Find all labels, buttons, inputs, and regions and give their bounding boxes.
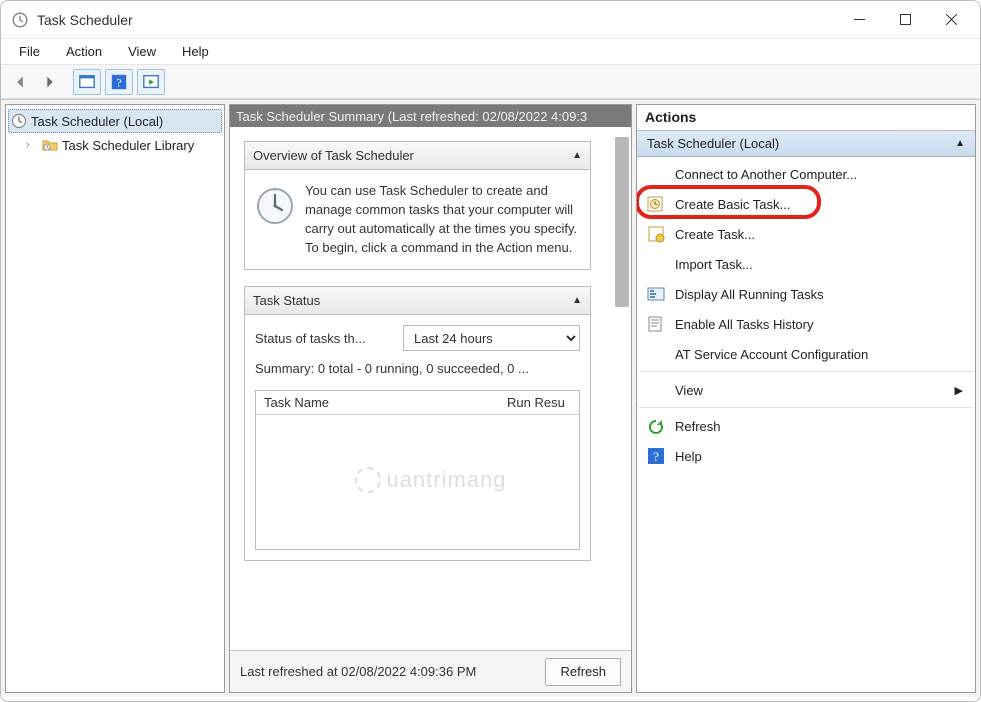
task-status-title: Task Status — [253, 293, 320, 308]
action-label: Import Task... — [675, 257, 753, 272]
task-table-col-name[interactable]: Task Name — [256, 391, 499, 414]
overview-group-header[interactable]: Overview of Task Scheduler ▲ — [245, 142, 590, 170]
window-title: Task Scheduler — [37, 12, 836, 28]
status-period-select[interactable]: Last 24 hours — [403, 325, 580, 351]
tree: Task Scheduler (Local) › Task Scheduler … — [6, 105, 224, 161]
task-status-header[interactable]: Task Status ▲ — [245, 287, 590, 315]
menu-file[interactable]: File — [9, 41, 50, 62]
help-icon: ? — [647, 447, 665, 465]
action-create-basic-task[interactable]: Create Basic Task... — [639, 189, 973, 219]
overview-group: Overview of Task Scheduler ▲ You can use… — [244, 141, 591, 270]
title-bar: Task Scheduler — [1, 1, 980, 39]
toolbar: ? — [1, 65, 980, 99]
running-tasks-icon — [647, 285, 665, 303]
tree-root[interactable]: Task Scheduler (Local) — [8, 109, 222, 133]
action-label: AT Service Account Configuration — [675, 347, 868, 362]
collapse-icon: ▲ — [955, 138, 965, 149]
summary-body: Overview of Task Scheduler ▲ You can use… — [230, 127, 631, 647]
action-help[interactable]: ? Help — [639, 441, 973, 471]
action-refresh[interactable]: Refresh — [639, 407, 973, 441]
close-button[interactable] — [928, 4, 974, 36]
action-label: Create Task... — [675, 227, 755, 242]
action-label: Display All Running Tasks — [675, 287, 824, 302]
task-status-group: Task Status ▲ Status of tasks th... Last… — [244, 286, 591, 561]
status-summary-line: Summary: 0 total - 0 running, 0 succeede… — [255, 361, 580, 376]
action-create-task[interactable]: Create Task... — [639, 219, 973, 249]
scrollbar[interactable] — [615, 137, 629, 307]
collapse-icon: ▲ — [572, 295, 582, 306]
action-label: Help — [675, 449, 702, 464]
action-view[interactable]: View ▶ — [639, 371, 973, 405]
actions-context-header[interactable]: Task Scheduler (Local) ▲ — [637, 131, 975, 157]
tree-root-label: Task Scheduler (Local) — [31, 114, 163, 129]
status-label: Status of tasks th... — [255, 331, 395, 346]
actions-panel: Actions Task Scheduler (Local) ▲ Connect… — [636, 104, 976, 693]
refresh-button[interactable]: Refresh — [545, 658, 621, 686]
window-controls — [836, 4, 974, 36]
submenu-arrow-icon: ▶ — [955, 384, 963, 397]
svg-text:?: ? — [653, 449, 659, 464]
blank-icon — [647, 382, 665, 400]
tree-library[interactable]: › Task Scheduler Library — [8, 133, 222, 157]
summary-footer: Last refreshed at 02/08/2022 4:09:36 PM … — [230, 650, 631, 692]
action-label: Enable All Tasks History — [675, 317, 814, 332]
clock-large-icon — [255, 186, 295, 226]
summary-header: Task Scheduler Summary (Last refreshed: … — [230, 105, 631, 127]
folder-icon — [42, 137, 58, 153]
action-display-running[interactable]: Display All Running Tasks — [639, 279, 973, 309]
action-at-config[interactable]: AT Service Account Configuration — [639, 339, 973, 369]
toolbar-console-button[interactable] — [73, 69, 101, 95]
menu-help[interactable]: Help — [172, 41, 219, 62]
task-table-col-run[interactable]: Run Resu — [499, 391, 579, 414]
toolbar-help-button[interactable]: ? — [105, 69, 133, 95]
tree-panel: Task Scheduler (Local) › Task Scheduler … — [5, 104, 225, 693]
nav-forward-button[interactable] — [37, 69, 63, 95]
actions-context-label: Task Scheduler (Local) — [647, 136, 779, 151]
action-label: View — [675, 383, 703, 398]
refresh-icon — [647, 418, 665, 436]
maximize-button[interactable] — [882, 4, 928, 36]
actions-title: Actions — [637, 105, 975, 131]
action-import-task[interactable]: Import Task... — [639, 249, 973, 279]
overview-text: You can use Task Scheduler to create and… — [305, 182, 580, 257]
blank-icon — [647, 165, 665, 183]
app-icon — [11, 11, 29, 29]
actions-list: Connect to Another Computer... Create Ba… — [637, 157, 975, 473]
tree-library-label: Task Scheduler Library — [62, 138, 194, 153]
blank-icon — [647, 255, 665, 273]
history-icon — [647, 315, 665, 333]
basic-task-icon — [647, 195, 665, 213]
nav-back-button[interactable] — [7, 69, 33, 95]
action-enable-history[interactable]: Enable All Tasks History — [639, 309, 973, 339]
toolbar-run-button[interactable] — [137, 69, 165, 95]
blank-icon — [647, 345, 665, 363]
action-label: Refresh — [675, 419, 721, 434]
task-table: Task Name Run Resu — [255, 390, 580, 550]
clock-icon — [11, 113, 27, 129]
summary-panel: Task Scheduler Summary (Last refreshed: … — [229, 104, 632, 693]
task-icon — [647, 225, 665, 243]
action-connect-computer[interactable]: Connect to Another Computer... — [639, 159, 973, 189]
last-refreshed-label: Last refreshed at 02/08/2022 4:09:36 PM — [240, 664, 545, 679]
svg-text:?: ? — [116, 76, 121, 89]
action-label: Create Basic Task... — [675, 197, 790, 212]
minimize-button[interactable] — [836, 4, 882, 36]
expand-icon[interactable]: › — [26, 139, 38, 151]
main-area: Task Scheduler (Local) › Task Scheduler … — [1, 99, 980, 697]
menu-action[interactable]: Action — [56, 41, 112, 62]
overview-title: Overview of Task Scheduler — [253, 148, 414, 163]
action-label: Connect to Another Computer... — [675, 167, 857, 182]
collapse-icon: ▲ — [572, 150, 582, 161]
menu-view[interactable]: View — [118, 41, 166, 62]
menu-bar: File Action View Help — [1, 39, 980, 65]
